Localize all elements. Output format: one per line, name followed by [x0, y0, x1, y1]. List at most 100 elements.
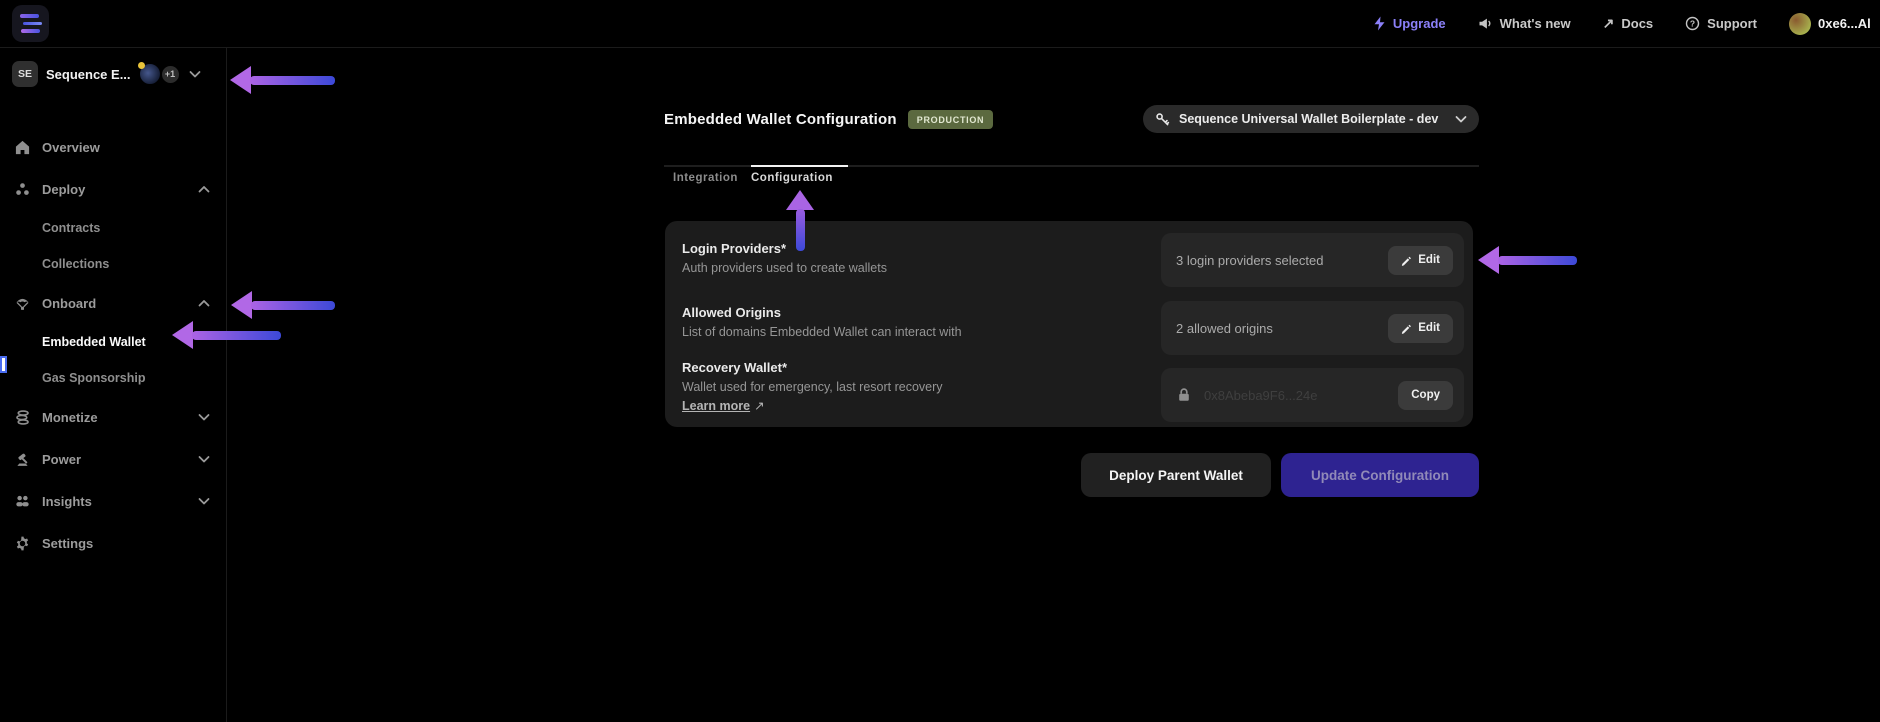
- field-title: Login Providers*: [682, 241, 787, 256]
- sidebar-item-label: Power: [42, 451, 82, 467]
- upgrade-label: Upgrade: [1392, 16, 1446, 31]
- parachute-icon: [16, 298, 29, 310]
- project-selector[interactable]: SE Sequence E... +1: [0, 48, 226, 100]
- allowed-origins-group: Allowed Origins List of domains Embedded…: [682, 305, 962, 339]
- account-menu[interactable]: 0xe6...Al: [1789, 12, 1880, 35]
- topbar: Upgrade What's new ↗ Docs ? Support 0xe6…: [0, 0, 1880, 48]
- sequence-logo[interactable]: [12, 5, 49, 42]
- main-content: Embedded Wallet Configuration PRODUCTION…: [228, 48, 1880, 722]
- chevron-down-icon: [198, 413, 210, 420]
- svg-text:?: ?: [1690, 19, 1695, 29]
- chevron-down-icon: [189, 70, 200, 77]
- external-link-icon: ↗: [754, 399, 765, 413]
- sidebar-item-label: Collections: [42, 257, 110, 271]
- home-icon: [15, 140, 30, 154]
- support-label: Support: [1707, 16, 1757, 31]
- field-title: Recovery Wallet*: [682, 360, 788, 375]
- logo-bar: [21, 29, 40, 33]
- field-description: Auth providers used to create wallets: [682, 261, 887, 275]
- edit-button-label: Edit: [1418, 254, 1440, 266]
- sidebar-item-onboard[interactable]: Onboard: [0, 282, 226, 324]
- sidebar-item-settings[interactable]: Settings: [0, 522, 226, 564]
- field-title: Allowed Origins: [682, 305, 781, 320]
- login-providers-value-row: 3 login providers selected Edit: [1161, 233, 1464, 287]
- sidebar-item-monetize[interactable]: Monetize: [0, 396, 226, 438]
- chevron-down-icon: [198, 497, 210, 504]
- project-avatar: [137, 62, 161, 85]
- key-icon: [1156, 112, 1170, 125]
- logo-bar: [22, 21, 42, 26]
- cluster-icon: [16, 182, 29, 195]
- whats-new-button[interactable]: What's new: [1478, 16, 1571, 31]
- tab-configuration[interactable]: Configuration: [751, 167, 833, 189]
- sidebar-item-insights[interactable]: Insights: [0, 480, 226, 522]
- pencil-icon: [1402, 324, 1412, 334]
- docs-label: Docs: [1621, 16, 1654, 31]
- chevron-up-icon: [198, 185, 210, 192]
- support-link[interactable]: ? Support: [1685, 16, 1757, 31]
- login-providers-group: Login Providers* Auth providers used to …: [682, 241, 887, 275]
- coins-icon: [16, 409, 29, 425]
- chevron-down-icon: [198, 455, 210, 462]
- upgrade-button[interactable]: Upgrade: [1373, 16, 1446, 31]
- update-configuration-button[interactable]: Update Configuration: [1281, 453, 1479, 497]
- sidebar-item-label: Settings: [42, 535, 94, 551]
- field-description: Wallet used for emergency, last resort r…: [682, 380, 943, 394]
- megaphone-icon: [1479, 18, 1491, 29]
- stray-cursor-artifact: [0, 356, 7, 373]
- recovery-wallet-address: 0x8Abeba9F6...24e: [1204, 387, 1318, 403]
- status-dot: [137, 62, 145, 69]
- people-icon: [16, 495, 29, 506]
- sidebar-item-gas-sponsorship[interactable]: Gas Sponsorship: [0, 360, 226, 396]
- tab-label: Configuration: [751, 172, 833, 184]
- allowed-origins-value: 2 allowed origins: [1176, 320, 1273, 336]
- edit-allowed-origins-button[interactable]: Edit: [1388, 313, 1453, 343]
- lock-icon: [1179, 388, 1189, 401]
- sidebar-item-label: Deploy: [42, 181, 86, 197]
- project-initials-chip: SE: [12, 61, 38, 87]
- tab-integration[interactable]: Integration: [673, 167, 738, 189]
- project-name: Sequence E...: [46, 66, 131, 82]
- sidebar-item-label: Embedded Wallet: [42, 335, 146, 349]
- sidebar-item-embedded-wallet[interactable]: Embedded Wallet: [0, 324, 226, 360]
- deploy-parent-wallet-button[interactable]: Deploy Parent Wallet: [1081, 453, 1271, 497]
- sidebar: SE Sequence E... +1 Overview Deploy Cont…: [0, 48, 227, 722]
- sidebar-nav: Overview Deploy Contracts Collections On…: [0, 126, 226, 564]
- sidebar-item-label: Insights: [42, 493, 92, 509]
- environment-badge: PRODUCTION: [907, 109, 994, 129]
- recovery-wallet-value-row: 0x8Abeba9F6...24e Copy: [1161, 368, 1464, 422]
- sidebar-item-label: Contracts: [42, 221, 101, 235]
- copy-recovery-wallet-button[interactable]: Copy: [1398, 380, 1453, 410]
- sidebar-item-contracts[interactable]: Contracts: [0, 210, 226, 246]
- sidebar-item-label: Onboard: [42, 295, 97, 311]
- account-address: 0xe6...Al: [1818, 16, 1871, 31]
- whats-new-label: What's new: [1499, 16, 1571, 31]
- more-projects-badge: +1: [159, 63, 181, 85]
- allowed-origins-value-row: 2 allowed origins Edit: [1161, 301, 1464, 355]
- topbar-nav: Upgrade What's new ↗ Docs ? Support 0xe6…: [1373, 12, 1880, 35]
- sidebar-item-collections[interactable]: Collections: [0, 246, 226, 282]
- page-title: Embedded Wallet Configuration: [664, 110, 897, 128]
- sidebar-item-label: Overview: [42, 139, 100, 155]
- wallet-selector-label: Sequence Universal Wallet Boilerplate - …: [1179, 112, 1439, 126]
- gavel-icon: [17, 453, 28, 466]
- learn-more-link[interactable]: Learn more: [682, 399, 750, 413]
- docs-link[interactable]: ↗ Docs: [1603, 15, 1654, 32]
- tab-label: Integration: [673, 172, 738, 184]
- edit-login-providers-button[interactable]: Edit: [1388, 245, 1453, 275]
- sidebar-item-power[interactable]: Power: [0, 438, 226, 480]
- edit-button-label: Edit: [1418, 322, 1440, 334]
- sidebar-item-overview[interactable]: Overview: [0, 126, 226, 168]
- page-header: Embedded Wallet Configuration PRODUCTION: [664, 104, 994, 134]
- sidebar-item-label: Monetize: [42, 409, 98, 425]
- wallet-selector-dropdown[interactable]: Sequence Universal Wallet Boilerplate - …: [1143, 105, 1479, 133]
- login-providers-value: 3 login providers selected: [1176, 252, 1324, 268]
- recovery-wallet-group: Recovery Wallet* Wallet used for emergen…: [682, 360, 943, 413]
- copy-button-label: Copy: [1411, 389, 1440, 401]
- sidebar-item-label: Gas Sponsorship: [42, 371, 146, 385]
- field-description: List of domains Embedded Wallet can inte…: [682, 325, 962, 339]
- configuration-card: Login Providers* Auth providers used to …: [665, 221, 1473, 427]
- chevron-down-icon: [1455, 115, 1467, 122]
- external-link-icon: ↗: [1602, 15, 1615, 31]
- sidebar-item-deploy[interactable]: Deploy: [0, 168, 226, 210]
